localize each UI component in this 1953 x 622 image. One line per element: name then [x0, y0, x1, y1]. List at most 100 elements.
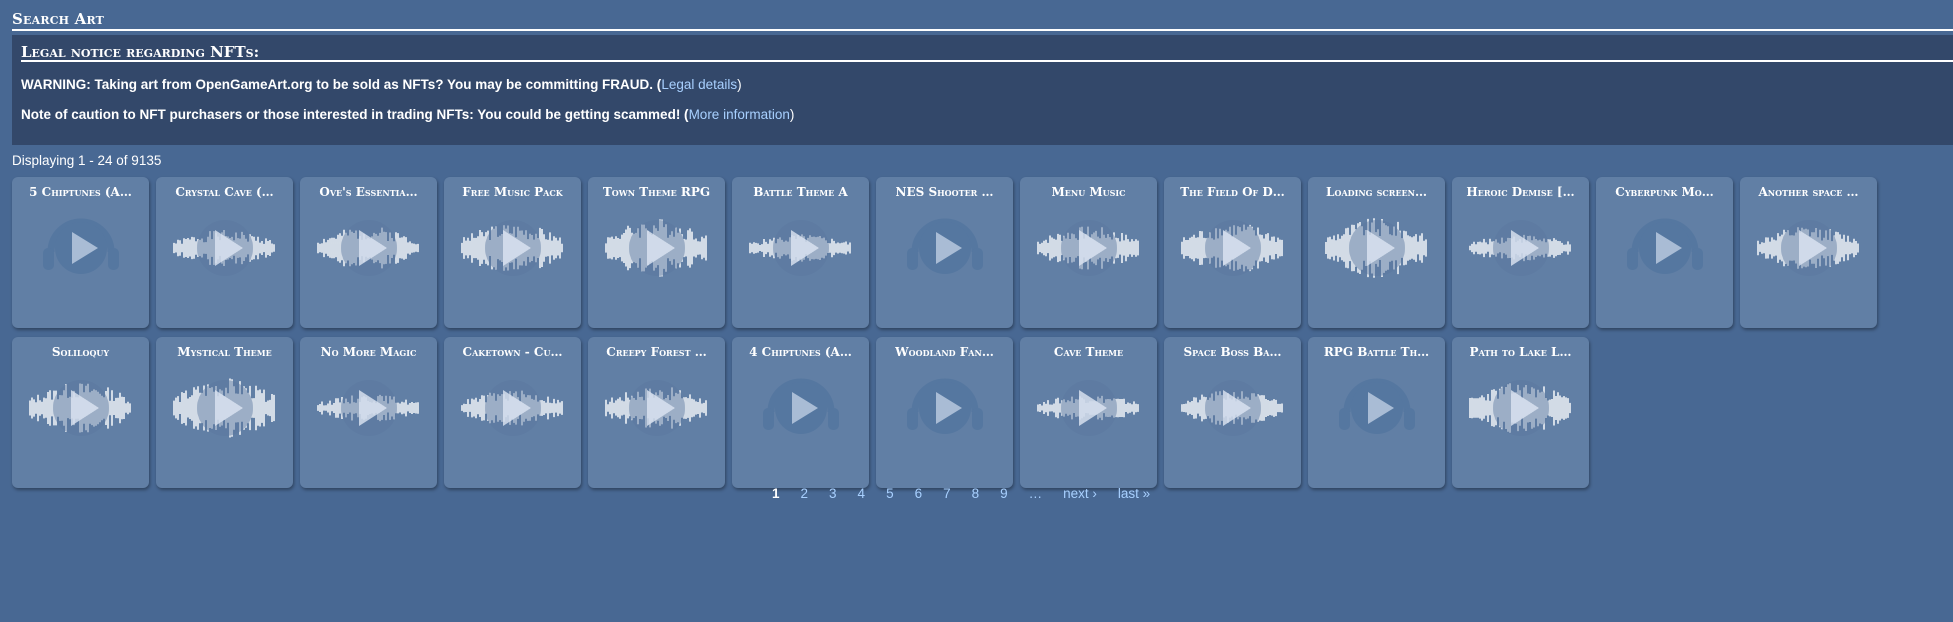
art-tile-title[interactable]: Another space … — [1746, 185, 1871, 199]
headphones-icon[interactable] — [890, 208, 1000, 288]
art-tile[interactable]: RPG Battle Th… — [1308, 337, 1445, 488]
art-tile[interactable]: Town Theme RPG — [588, 177, 725, 328]
more-information-link[interactable]: More information — [689, 107, 790, 122]
art-tile-title[interactable]: Loading screen… — [1314, 185, 1439, 199]
art-tile-title[interactable]: Space Boss Ba… — [1170, 345, 1295, 359]
art-tile-title[interactable]: Caketown - Cu… — [450, 345, 575, 359]
art-tile-title[interactable]: Crystal Cave (… — [162, 185, 287, 199]
art-tile[interactable]: No More Magic — [300, 337, 437, 488]
last-page-link[interactable]: last » — [1118, 486, 1150, 501]
page-ellipsis: … — [1028, 486, 1043, 501]
legal-caution-line: Note of caution to NFT purchasers or tho… — [21, 107, 794, 122]
waveform-thumbnail[interactable] — [1754, 208, 1864, 288]
waveform-thumbnail[interactable] — [1466, 368, 1576, 448]
waveform-thumbnail[interactable] — [458, 208, 568, 288]
legal-notice-title: Legal notice regarding NFTs: — [21, 43, 260, 61]
results-count: Displaying 1 - 24 of 9135 — [12, 153, 162, 168]
pagination: 1 2 3 4 5 6 7 8 9 … next › last » — [772, 486, 1171, 501]
art-tile[interactable]: Loading screen… — [1308, 177, 1445, 328]
art-tile[interactable]: Woodland Fan… — [876, 337, 1013, 488]
waveform-thumbnail[interactable] — [1322, 208, 1432, 288]
headphones-icon[interactable] — [26, 208, 136, 288]
legal-notice-box: Legal notice regarding NFTs: WARNING: Ta… — [12, 35, 1953, 145]
art-tile[interactable]: Heroic Demise [… — [1452, 177, 1589, 328]
art-tile-title[interactable]: Cyberpunk Mo… — [1602, 185, 1727, 199]
next-page-link[interactable]: next › — [1063, 486, 1097, 501]
page-link[interactable]: 8 — [972, 486, 980, 501]
headphones-icon[interactable] — [1610, 208, 1720, 288]
page-link[interactable]: 2 — [801, 486, 809, 501]
art-tile-title[interactable]: Free Music Pack — [450, 185, 575, 199]
legal-warning-close: ) — [737, 77, 742, 92]
headphones-icon[interactable] — [890, 368, 1000, 448]
section-title: Search Art — [12, 10, 105, 28]
art-tile-title[interactable]: Menu Music — [1026, 185, 1151, 199]
waveform-thumbnail[interactable] — [1178, 368, 1288, 448]
art-tile[interactable]: Ove's Essentia… — [300, 177, 437, 328]
waveform-thumbnail[interactable] — [170, 208, 280, 288]
art-tile[interactable]: The Field Of D… — [1164, 177, 1301, 328]
art-tile-title[interactable]: Cave Theme — [1026, 345, 1151, 359]
waveform-thumbnail[interactable] — [1466, 208, 1576, 288]
section-rule — [12, 29, 1953, 31]
waveform-thumbnail[interactable] — [170, 368, 280, 448]
art-tile-title[interactable]: Mystical Theme — [162, 345, 287, 359]
art-tile-title[interactable]: Path to Lake L… — [1458, 345, 1583, 359]
art-tile[interactable]: Crystal Cave (… — [156, 177, 293, 328]
art-tile[interactable]: Creepy Forest … — [588, 337, 725, 488]
legal-warning-text: WARNING: Taking art from OpenGameArt.org… — [21, 77, 662, 92]
art-tile[interactable]: Free Music Pack — [444, 177, 581, 328]
waveform-thumbnail[interactable] — [314, 368, 424, 448]
art-grid: 5 Chiptunes (A… Crystal Cave (… Ove's Esse… — [12, 177, 1912, 488]
art-tile-title[interactable]: No More Magic — [306, 345, 431, 359]
art-tile-title[interactable]: Heroic Demise [… — [1458, 185, 1583, 199]
art-tile-title[interactable]: Woodland Fan… — [882, 345, 1007, 359]
waveform-thumbnail[interactable] — [1034, 208, 1144, 288]
art-tile-title[interactable]: 4 Chiptunes (A… — [738, 345, 863, 359]
waveform-thumbnail[interactable] — [458, 368, 568, 448]
waveform-thumbnail[interactable] — [746, 208, 856, 288]
art-tile-title[interactable]: Town Theme RPG — [594, 185, 719, 199]
art-tile[interactable]: Menu Music — [1020, 177, 1157, 328]
art-tile-title[interactable]: 5 Chiptunes (A… — [18, 185, 143, 199]
waveform-thumbnail[interactable] — [314, 208, 424, 288]
legal-details-link[interactable]: Legal details — [661, 77, 737, 92]
art-tile-title[interactable]: NES Shooter … — [882, 185, 1007, 199]
art-tile-title[interactable]: Battle Theme A — [738, 185, 863, 199]
art-tile[interactable]: Mystical Theme — [156, 337, 293, 488]
art-tile-title[interactable]: Ove's Essentia… — [306, 185, 431, 199]
page-link[interactable]: 4 — [858, 486, 866, 501]
page-link[interactable]: 9 — [1000, 486, 1008, 501]
art-tile[interactable]: Soliloquy — [12, 337, 149, 488]
art-tile[interactable]: Battle Theme A — [732, 177, 869, 328]
legal-warning-line: WARNING: Taking art from OpenGameArt.org… — [21, 77, 742, 92]
art-tile[interactable]: 4 Chiptunes (A… — [732, 337, 869, 488]
legal-caution-close: ) — [789, 107, 795, 122]
legal-notice-rule — [21, 60, 1953, 62]
art-tile-title[interactable]: Creepy Forest … — [594, 345, 719, 359]
waveform-thumbnail[interactable] — [602, 368, 712, 448]
waveform-thumbnail[interactable] — [1178, 208, 1288, 288]
legal-caution-text: Note of caution to NFT purchasers or tho… — [21, 107, 689, 122]
art-tile-title[interactable]: Soliloquy — [18, 345, 143, 359]
waveform-thumbnail[interactable] — [26, 368, 136, 448]
art-tile[interactable]: Cyberpunk Mo… — [1596, 177, 1733, 328]
waveform-thumbnail[interactable] — [602, 208, 712, 288]
page-link[interactable]: 3 — [829, 486, 837, 501]
page-link[interactable]: 5 — [886, 486, 894, 501]
waveform-thumbnail[interactable] — [1034, 368, 1144, 448]
page-link[interactable]: 7 — [943, 486, 951, 501]
art-tile[interactable]: Path to Lake L… — [1452, 337, 1589, 488]
art-tile[interactable]: Cave Theme — [1020, 337, 1157, 488]
art-tile[interactable]: Another space … — [1740, 177, 1877, 328]
art-tile[interactable]: Space Boss Ba… — [1164, 337, 1301, 488]
headphones-icon[interactable] — [1322, 368, 1432, 448]
page-link[interactable]: 6 — [915, 486, 923, 501]
art-tile[interactable]: Caketown - Cu… — [444, 337, 581, 488]
art-tile[interactable]: NES Shooter … — [876, 177, 1013, 328]
headphones-icon[interactable] — [746, 368, 856, 448]
art-tile[interactable]: 5 Chiptunes (A… — [12, 177, 149, 328]
art-tile-title[interactable]: RPG Battle Th… — [1314, 345, 1439, 359]
art-tile-title[interactable]: The Field Of D… — [1170, 185, 1295, 199]
page-current: 1 — [772, 486, 780, 501]
